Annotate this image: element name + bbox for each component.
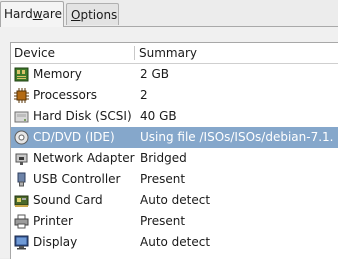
device-row-hard-disk[interactable]: Hard Disk (SCSI) 40 GB [11,106,338,127]
device-summary: Auto detect [140,235,211,249]
device-summary: 2 [140,88,148,102]
tab-options[interactable]: Options [66,3,119,25]
device-name: Processors [33,88,98,102]
device-summary: Present [140,214,186,228]
device-summary: Present [140,172,186,186]
column-separator[interactable] [134,46,135,60]
device-summary: Using file /ISOs/ISOs/debian-7.1. [140,130,334,144]
tab-hardware-label-end: are [42,7,62,21]
device-summary: 2 GB [140,67,169,81]
device-row-processors[interactable]: Processors 2 [11,85,338,106]
device-name: Network Adapter [33,151,135,165]
device-row-memory[interactable]: Memory 2 GB [11,64,338,85]
device-row-usb-controller[interactable]: USB Controller Present [11,169,338,190]
tab-hardware-label-start: Hard [4,7,33,21]
cd-dvd-icon [14,130,29,145]
device-name: Hard Disk (SCSI) [33,109,132,123]
device-row-sound-card[interactable]: Sound Card Auto detect [11,190,338,211]
device-row-cd-dvd[interactable]: CD/DVD (IDE) Using file /ISOs/ISOs/debia… [11,127,338,148]
memory-icon [14,67,29,82]
device-summary: Auto detect [140,193,211,207]
device-row-display[interactable]: Display Auto detect [11,232,338,253]
column-header-device[interactable]: Device [14,43,55,63]
device-row-printer[interactable]: Printer Present [11,211,338,232]
processor-icon [14,88,29,103]
tab-bar: Hardware Options [0,0,338,27]
hardware-panel: Device Summary Memory 2 GB Processors 2 … [0,26,338,259]
device-name: Memory [33,67,82,81]
printer-icon [14,214,29,229]
device-row-network-adapter[interactable]: Network Adapter Bridged [11,148,338,169]
device-name: USB Controller [33,172,121,186]
tab-hardware-mnemonic: w [32,7,43,21]
network-adapter-icon [15,153,28,165]
device-name: Printer [33,214,73,228]
sound-card-icon [14,195,29,207]
column-header-summary[interactable]: Summary [139,43,197,63]
hard-disk-icon [14,111,29,123]
device-summary: 40 GB [140,109,177,123]
tab-hardware[interactable]: Hardware [0,1,64,27]
display-icon [14,235,29,250]
device-name: Display [33,235,78,249]
device-name: CD/DVD (IDE) [33,130,115,144]
usb-icon [17,172,26,187]
tab-options-label-end: ptions [80,8,118,22]
device-list-header: Device Summary [11,43,338,64]
device-list[interactable]: Device Summary Memory 2 GB Processors 2 … [10,42,338,259]
device-summary: Bridged [140,151,187,165]
device-name: Sound Card [33,193,103,207]
